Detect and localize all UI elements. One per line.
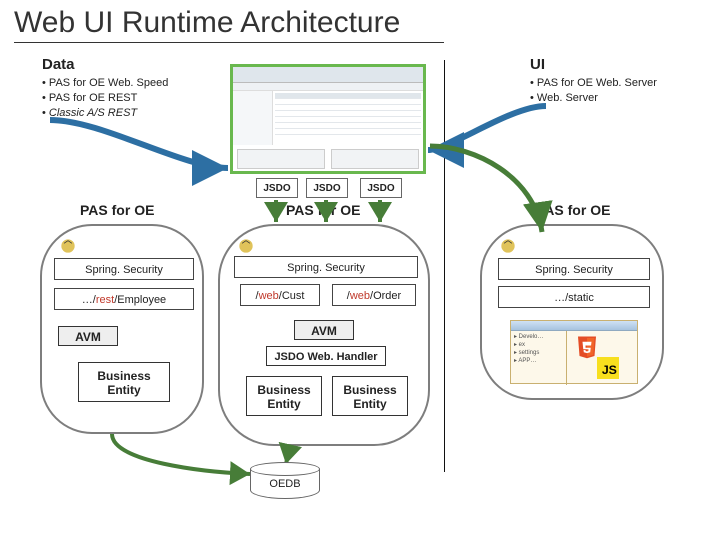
tomcat-icon xyxy=(238,238,254,254)
arrow-jsdo xyxy=(256,198,406,233)
page-title: Web UI Runtime Architecture xyxy=(14,6,444,43)
jsdo-webhandler-box: JSDO Web. Handler xyxy=(266,346,386,366)
html5-icon xyxy=(575,335,599,359)
web-endpoint-order: /web/Order xyxy=(332,284,416,306)
tomcat-icon xyxy=(60,238,76,254)
business-entity-box: Business Entity xyxy=(78,362,170,402)
jsdo-tag: JSDO xyxy=(256,178,298,198)
database-cylinder: OEDB xyxy=(250,462,320,502)
svg-text:JS: JS xyxy=(602,363,617,377)
rest-endpoint-box: …/rest/Employee xyxy=(54,288,194,310)
avm-box: AVM xyxy=(294,320,354,340)
arrow-data-to-screenshot xyxy=(42,118,242,213)
ide-thumbnail: ▸ Develo…▸ ex▸ settings▸ APP… JS xyxy=(510,320,638,384)
web-endpoint-cust: /web/Cust xyxy=(240,284,320,306)
data-bullets: PAS for OE Web. Speed PAS for OE REST Cl… xyxy=(42,76,168,121)
ui-bullets: PAS for OE Web. Server Web. Server xyxy=(530,76,657,106)
js-icon: JS xyxy=(597,357,619,379)
business-entity-box: Business Entity xyxy=(332,376,408,416)
data-header: Data xyxy=(42,56,75,73)
arrow-left-to-db xyxy=(104,432,264,487)
jsdo-tag: JSDO xyxy=(360,178,402,198)
arrow-screenshot-to-right xyxy=(424,136,554,251)
left-capsule: PAS for OE Spring. Security …/rest/Emplo… xyxy=(40,224,204,434)
avm-box: AVM xyxy=(58,326,118,346)
spring-security-box: Spring. Security xyxy=(498,258,650,280)
static-endpoint-box: …/static xyxy=(498,286,650,308)
jsdo-tag: JSDO xyxy=(306,178,348,198)
middle-capsule: PAS for OE Spring. Security /web/Cust /w… xyxy=(218,224,430,446)
browser-screenshot xyxy=(230,64,426,174)
spring-security-box: Spring. Security xyxy=(54,258,194,280)
ui-header: UI xyxy=(530,56,545,73)
spring-security-box: Spring. Security xyxy=(234,256,418,278)
business-entity-box: Business Entity xyxy=(246,376,322,416)
